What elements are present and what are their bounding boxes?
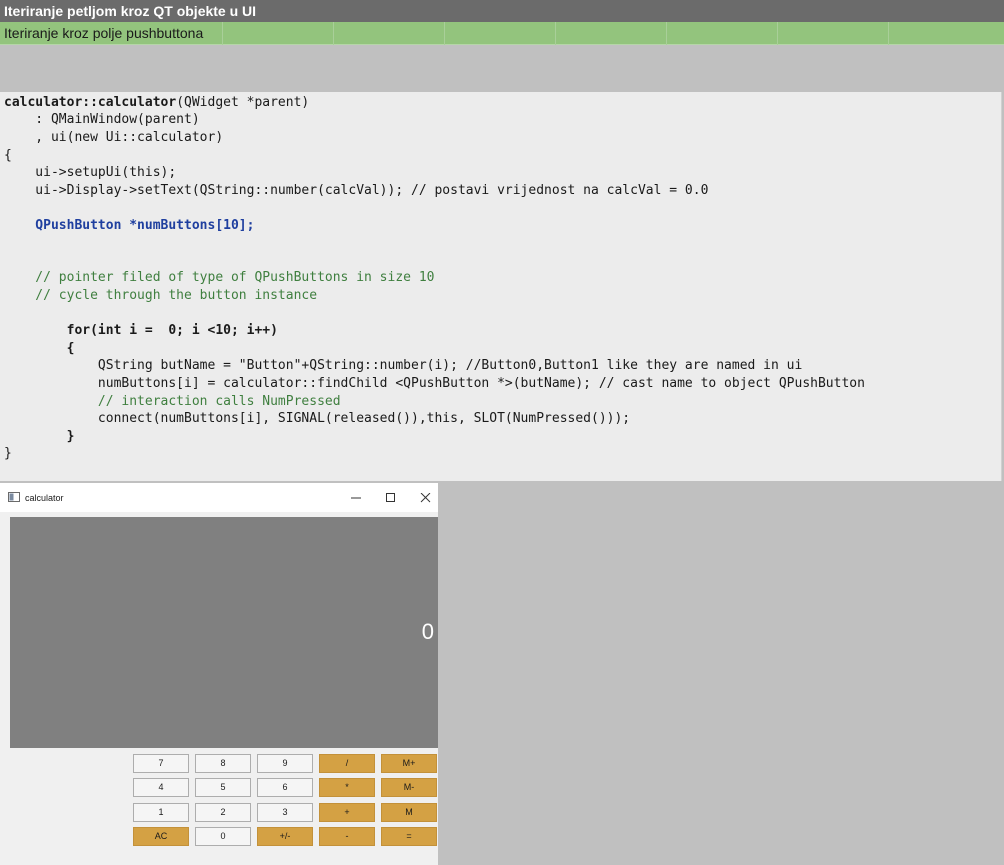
code-line: QString butName = "Button"+QString::numb… [4, 358, 803, 373]
button-7[interactable]: 7 [133, 754, 189, 773]
cell-divider [333, 22, 334, 45]
code-line: for(int i = 0; i <10; i++) [4, 323, 278, 338]
sheet-subtitle: Iteriranje kroz polje pushbuttona [4, 25, 204, 41]
sheet-title: Iteriranje petljom kroz QT objekte u UI [0, 0, 1004, 22]
code-comment: // pointer filed of type of QPushButtons… [4, 270, 435, 285]
minimize-icon [351, 497, 361, 499]
cell-divider [666, 22, 667, 45]
subtract-button[interactable]: - [319, 827, 375, 846]
clear-button[interactable]: AC [133, 827, 189, 846]
button-1[interactable]: 1 [133, 803, 189, 822]
window-title: calculator [25, 493, 64, 503]
close-icon [420, 493, 431, 503]
code-block: calculator::calculator(QWidget *parent) … [0, 92, 1002, 481]
code-line: { [4, 148, 12, 163]
code-line: { [4, 341, 75, 356]
memory-recall-button[interactable]: M [381, 803, 437, 822]
button-4[interactable]: 4 [133, 778, 189, 797]
button-5[interactable]: 5 [195, 778, 251, 797]
cell-divider [888, 22, 889, 45]
close-button[interactable] [411, 487, 438, 509]
code-line: ui->setupUi(this); [4, 165, 177, 180]
calculator-display: 0 [10, 517, 438, 748]
code-comment: // cycle through the button instance [4, 288, 318, 303]
code-line: connect(numButtons[i], SIGNAL(released()… [4, 411, 631, 426]
code-line: ui->Display->setText(QString::number(cal… [4, 183, 709, 198]
display-value: 0 [421, 619, 434, 644]
code-line: QPushButton *numButtons[10]; [4, 218, 255, 233]
code-line: numButtons[i] = calculator::findChild <Q… [4, 376, 865, 391]
button-8[interactable]: 8 [195, 754, 251, 773]
button-6[interactable]: 6 [257, 778, 313, 797]
button-0[interactable]: 0 [195, 827, 251, 846]
memory-add-button[interactable]: M+ [381, 754, 437, 773]
code-line: calculator::calculator(QWidget *parent) [4, 94, 309, 111]
button-9[interactable]: 9 [257, 754, 313, 773]
maximize-button[interactable] [376, 487, 406, 509]
calculator-window: calculator 0 7 8 9 / M+ 4 5 6 * M- 1 2 3… [0, 483, 438, 865]
code-comment: // interaction calls NumPressed [4, 394, 341, 409]
memory-subtract-button[interactable]: M- [381, 778, 437, 797]
window-titlebar[interactable]: calculator [0, 483, 438, 512]
add-button[interactable]: + [319, 803, 375, 822]
button-2[interactable]: 2 [195, 803, 251, 822]
maximize-icon [386, 493, 395, 502]
sheet-subtitle-row[interactable]: Iteriranje kroz polje pushbuttona [0, 22, 1004, 45]
cell-divider [777, 22, 778, 45]
code-func-name: calculator::calculator [4, 95, 177, 110]
equals-button[interactable]: = [381, 827, 437, 846]
code-line: } [4, 446, 12, 461]
sign-toggle-button[interactable]: +/- [257, 827, 313, 846]
code-func-params: (QWidget *parent) [176, 95, 310, 110]
button-3[interactable]: 3 [257, 803, 313, 822]
code-line: } [4, 429, 75, 444]
blank-row [0, 45, 1004, 92]
minimize-button[interactable] [341, 487, 371, 509]
code-line: , ui(new Ui::calculator) [4, 130, 224, 145]
app-icon [8, 492, 20, 502]
cell-divider [555, 22, 556, 45]
divide-button[interactable]: / [319, 754, 375, 773]
cell-divider [444, 22, 445, 45]
cell-divider [222, 22, 223, 45]
multiply-button[interactable]: * [319, 778, 375, 797]
code-line: : QMainWindow(parent) [4, 112, 200, 127]
